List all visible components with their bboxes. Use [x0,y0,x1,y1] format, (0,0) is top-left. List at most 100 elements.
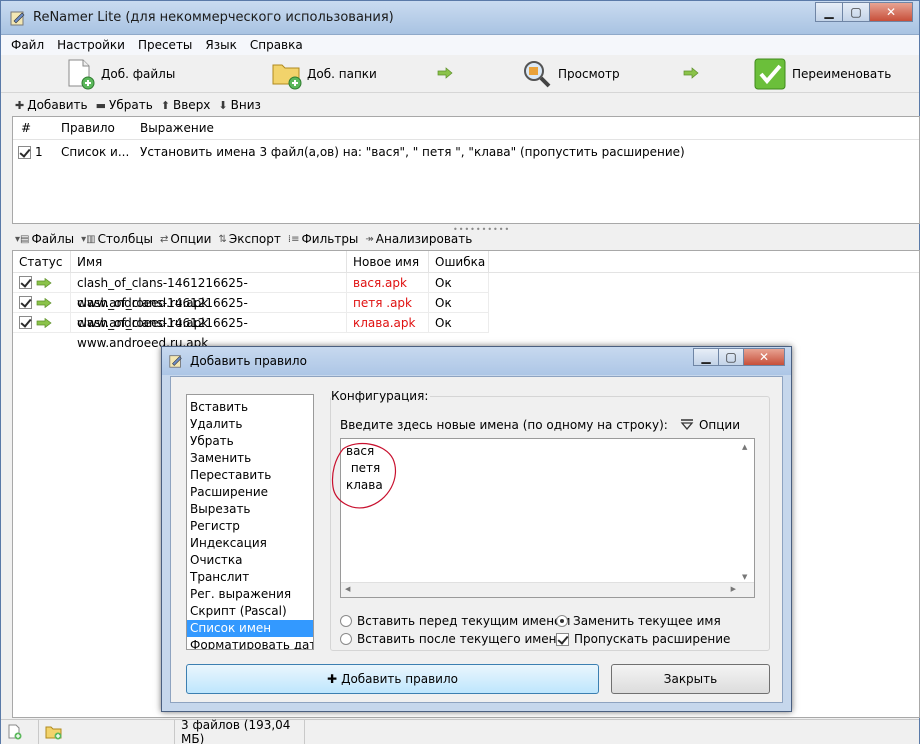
dialog-maximize-button[interactable]: ▢ [718,348,744,366]
add-folders-button[interactable]: Доб. папки [271,57,377,91]
menu-presets[interactable]: Пресеты [138,38,192,52]
add-rule-button[interactable]: ✚ Добавить правило [186,664,599,694]
move-down-action[interactable]: ⬇ Вниз [218,98,260,112]
options-label: Опции [698,418,740,432]
table-row[interactable]: clash_of_clans-1461216625-www.androeed.r… [13,313,919,350]
names-hint: Введите здесь новые имена (по одному на … [340,418,668,432]
menu-file[interactable]: Файл [11,38,44,52]
file-checkbox[interactable] [19,316,32,329]
files-menu[interactable]: ▾▤ Файлы [15,232,74,246]
list-item[interactable]: Скрипт (Pascal) [187,603,313,620]
menu-settings[interactable]: Настройки [57,38,125,52]
scroll-down-icon[interactable]: ▼ [742,573,747,581]
skip-extension-checkbox[interactable] [556,632,569,646]
analyze-menu[interactable]: ↠ Анализировать [365,232,472,246]
status-add-files[interactable] [1,719,39,744]
minimize-button[interactable]: ▁ [815,2,843,22]
remove-rule-action[interactable]: ▬ Убрать [96,98,153,112]
filters-menu[interactable]: ⁞≡ Фильтры [288,232,359,246]
names-textarea[interactable]: вася петя клава ▲ ▼ ◀ ▶ [331,438,755,598]
close-button[interactable]: ✕ [869,2,913,22]
replace-current-radio[interactable]: Заменить текущее имя [556,614,721,628]
arrow-right-icon [36,277,52,288]
rename-button[interactable]: Переименовать [754,57,891,91]
file-checkbox[interactable] [19,276,32,289]
list-item[interactable]: Рег. выражения [187,586,313,603]
scroll-right-icon[interactable]: ▶ [731,585,736,593]
options-menu[interactable]: ⇄ Опции [160,232,211,246]
export-menu[interactable]: ⇅ Экспорт [218,232,280,246]
move-down-label: Вниз [230,98,261,112]
rule-type-list[interactable]: Вставить Удалить Убрать Заменить Переста… [186,394,314,650]
column-error[interactable]: Ошибка [429,250,489,273]
horizontal-scrollbar[interactable]: ◀ ▶ [341,582,754,597]
columns-menu[interactable]: ▾▥ Столбцы [81,232,153,246]
status-add-folder[interactable] [39,719,175,744]
rule-enabled-checkbox[interactable] [18,145,31,159]
list-item[interactable]: Удалить [187,416,313,433]
column-number[interactable]: # [13,121,53,135]
column-rule[interactable]: Правило [53,121,132,135]
scroll-left-icon[interactable]: ◀ [345,585,350,593]
column-name[interactable]: Имя [71,250,347,273]
add-files-button[interactable]: Доб. файлы [65,57,175,91]
list-item[interactable]: Заменить [187,450,313,467]
scroll-up-icon[interactable]: ▲ [742,443,747,451]
options-menu-label: Опции [170,232,212,246]
plus-icon: ✚ [15,98,25,112]
minus-icon: ▬ [95,98,107,112]
list-item[interactable]: Вставить [187,399,313,416]
options-button[interactable]: Опции [680,418,740,432]
app-icon [10,11,25,26]
list-item[interactable]: Вырезать [187,501,313,518]
vertical-scrollbar[interactable]: ▲ ▼ [738,439,754,583]
column-new-name[interactable]: Новое имя [347,250,429,273]
list-item[interactable]: Регистр [187,518,313,535]
file-checkbox[interactable] [19,296,32,309]
move-up-action[interactable]: ⬆ Вверх [161,98,211,112]
maximize-button[interactable]: ▢ [842,2,870,22]
column-expression[interactable]: Выражение [132,121,919,135]
list-item[interactable]: Убрать [187,433,313,450]
close-dialog-label: Закрыть [663,672,718,686]
menu-help[interactable]: Справка [250,38,303,52]
list-item[interactable]: Транслит [187,569,313,586]
list-item[interactable]: Расширение [187,484,313,501]
add-rule-action[interactable]: ✚ Добавить [15,98,88,112]
move-up-label: Вверх [173,98,211,112]
table-row[interactable]: clash_of_clans-1461216625-www.androeed.r… [13,293,919,330]
skip-extension-label: Пропускать расширение [574,632,731,646]
list-item[interactable]: Переставить [187,467,313,484]
radio-replace-current[interactable] [556,615,568,627]
list-item[interactable]: Очистка [187,552,313,569]
replace-current-label: Заменить текущее имя [573,614,721,628]
rename-label: Переименовать [792,67,892,81]
close-dialog-button[interactable]: Закрыть [611,664,770,694]
add-folder-icon [272,64,302,90]
file-name: clash_of_clans-1461216625-www.androeed.r… [71,273,347,310]
insert-before-radio[interactable]: Вставить перед текущим именем [340,614,570,628]
list-item[interactable]: Индексация [187,535,313,552]
list-item[interactable]: Форматировать дату [187,637,313,649]
files-toolbar: ▾▤ Файлы ▾▥ Столбцы ⇄ Опции ⇅ Экспорт ⁞≡ Филь… [1,230,919,248]
rules-table: # Правило Выражение 1 Список и... Устано… [12,116,920,224]
dialog-window-controls: ▁ ▢ ✕ [693,348,785,366]
insert-after-radio[interactable]: Вставить после текущего имени [340,632,564,646]
rule-number: 1 [35,145,43,159]
skip-extension-option[interactable]: Пропускать расширение [556,632,730,646]
column-status[interactable]: Статус [13,250,71,273]
menu-language[interactable]: Язык [205,38,236,52]
list-item-selected[interactable]: Список имен [187,620,313,637]
dialog-close-button[interactable]: ✕ [743,348,785,366]
table-row[interactable]: 1 Список и... Установить имена 3 файл(а,… [13,141,919,163]
file-new-name: вася.apk [347,273,429,293]
analyze-menu-label: Анализировать [375,232,473,246]
analyze-icon: ↠ [365,233,374,245]
dialog-minimize-button[interactable]: ▁ [693,348,719,366]
table-row[interactable]: clash_of_clans-1461216625-www.androeed.r… [13,273,919,310]
radio-insert-before[interactable] [340,615,352,627]
preview-button[interactable]: Просмотр [520,57,620,91]
radio-insert-after[interactable] [340,633,352,645]
rules-toolbar: ✚ Добавить ▬ Убрать ⬆ Вверх ⬇ Вниз [1,95,919,115]
files-table-header: Статус Имя Новое имя Ошибка [13,250,919,273]
